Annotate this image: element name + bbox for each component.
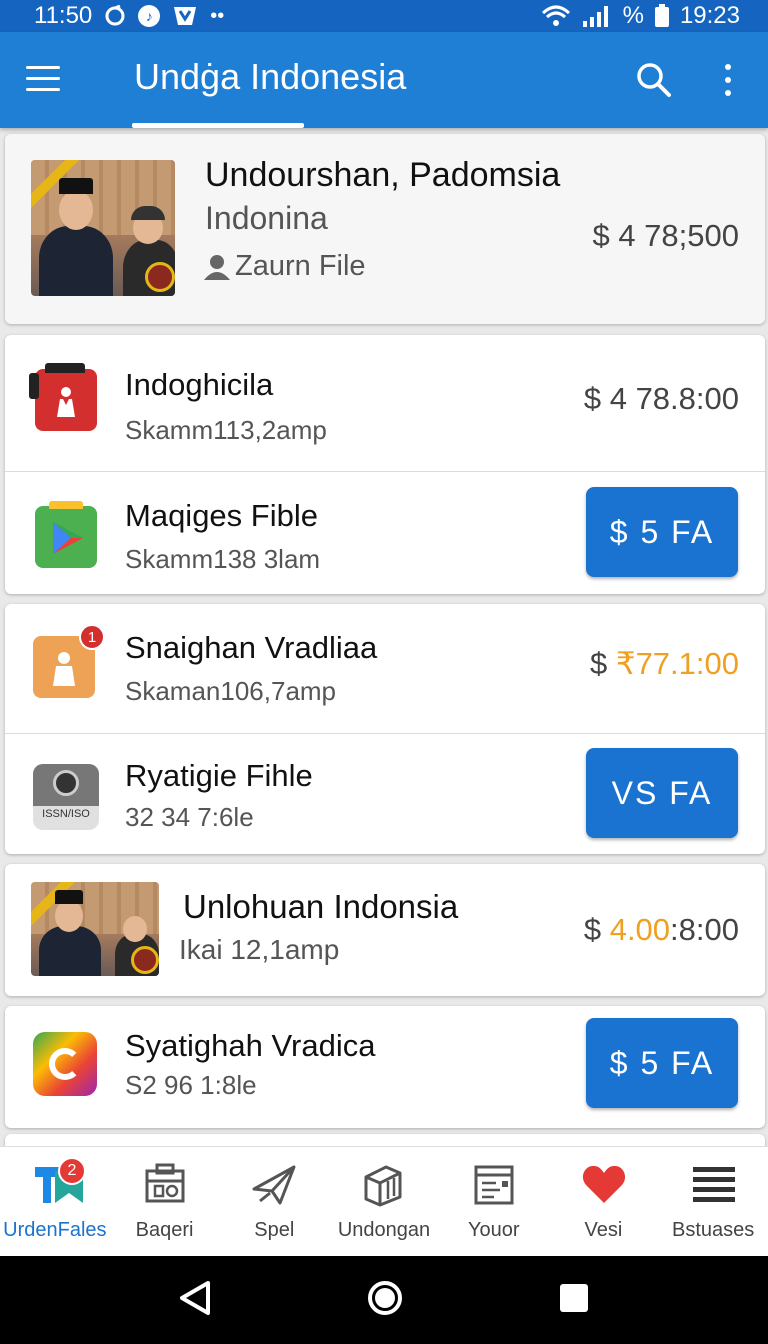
featured-meta-label: Zaurn File — [235, 250, 366, 282]
heart-icon — [581, 1163, 626, 1207]
battery-icon — [654, 4, 670, 28]
status-time-right: 19:23 — [679, 2, 740, 29]
item-title: Syatighah Vradica — [125, 1028, 376, 1063]
item-subtitle: Skamm138 3lam — [125, 544, 321, 574]
price-suffix: :8:00 — [670, 912, 739, 947]
status-bar: 11:50 ♪ •• % 19:23 — [0, 0, 768, 32]
featured-price: $ 4 78;500 — [592, 218, 739, 253]
featured-card[interactable]: Undourshan, Padomsia Indonina Zaurn File… — [5, 134, 765, 324]
system-navigation-bar — [0, 1256, 768, 1344]
calendar-box-icon — [143, 1163, 187, 1207]
list-item[interactable]: Syatighah Vradica S2 96 1:8le $ 5 FA — [5, 1006, 765, 1128]
list-item[interactable]: Maqiges Fible Skamm138 3lam $ 5 FA — [5, 471, 765, 594]
home-icon[interactable] — [367, 1280, 403, 1321]
list-card-3: Unlohuan Indonsia Ikai 12,1amp $ 4.00:8:… — [5, 864, 765, 996]
nav-item-urdenfales[interactable]: 2 UrdenFales — [0, 1147, 110, 1256]
price-prefix: $ — [589, 646, 616, 681]
price-highlight: ₹77.1:00 — [615, 646, 739, 681]
status-time-left: 11:50 — [34, 2, 93, 29]
list-item[interactable]: 1 Snaighan Vradliaa Skaman106,7amp $ ₹77… — [5, 604, 765, 734]
item-subtitle: Skamm113,2amp — [125, 415, 327, 445]
camera-icon: ISSN/ISO — [33, 764, 99, 830]
nav-item-baqeri[interactable]: Baqeri — [110, 1147, 220, 1256]
recents-icon[interactable] — [558, 1282, 590, 1319]
list-icon — [691, 1163, 736, 1207]
nav-label: Undongan — [337, 1219, 431, 1241]
notification-icon: ♪ — [138, 5, 161, 27]
app-title: Undġa Indonesia — [134, 56, 407, 97]
nav-item-youor[interactable]: Youor — [439, 1147, 549, 1256]
nav-label: Baqeri — [135, 1219, 194, 1241]
nav-item-bstuases[interactable]: Bstuases — [658, 1147, 768, 1256]
signal-icon — [581, 5, 613, 27]
item-title: Indoghicila — [125, 367, 274, 402]
item-price: $ 4.00:8:00 — [584, 912, 739, 948]
nav-label: UrdenFales — [3, 1219, 107, 1241]
featured-meta: Zaurn File — [203, 250, 366, 283]
camera-label: ISSN/ISO — [42, 808, 90, 820]
back-icon[interactable] — [178, 1280, 212, 1321]
nav-item-undongan[interactable]: Undongan — [329, 1147, 439, 1256]
overflow-menu-icon[interactable] — [718, 60, 738, 100]
more-dots-icon: •• — [210, 4, 225, 27]
paper-plane-icon — [252, 1163, 296, 1207]
price-button[interactable]: VS FA — [586, 748, 738, 838]
item-subtitle: Skaman106,7amp — [125, 676, 337, 706]
item-subtitle: S2 96 1:8le — [125, 1070, 257, 1100]
item-subtitle: Ikai 12,1amp — [179, 934, 340, 965]
red-bag-icon — [29, 363, 97, 431]
menu-icon[interactable] — [26, 66, 60, 92]
item-price: $ ₹77.1:00 — [590, 646, 739, 682]
price-button[interactable]: $ 5 FA — [586, 1018, 738, 1108]
price-prefix: $ — [583, 912, 610, 947]
item-title: Unlohuan Indonsia — [183, 888, 459, 925]
nav-badge: 2 — [58, 1157, 86, 1185]
price-button[interactable]: $ 5 FA — [586, 487, 738, 577]
wifi-icon — [541, 5, 571, 27]
price-highlight: 4.00 — [609, 912, 671, 947]
list-item[interactable]: Indoghicila Skamm113,2amp $ 4 78.8:00 — [5, 335, 765, 465]
nav-label: Bstuases — [672, 1219, 755, 1241]
app-bar: Undġa Indonesia — [0, 32, 768, 128]
nav-label: Youor — [467, 1219, 520, 1241]
building-icon — [362, 1163, 406, 1207]
sync-icon — [104, 5, 126, 27]
nav-label: Spel — [254, 1219, 295, 1241]
tab-indicator — [132, 123, 304, 128]
nav-item-vesi[interactable]: Vesi — [549, 1147, 659, 1256]
document-icon — [472, 1163, 516, 1207]
person-icon — [204, 254, 230, 280]
item-title: Ryatigie Fihle — [125, 758, 313, 793]
item-subtitle: 32 34 7:6le — [125, 802, 254, 832]
item-title: Maqiges Fible — [125, 498, 318, 533]
list-item[interactable]: ISSN/ISO Ryatigie Fihle 32 34 7:6le VS F… — [5, 733, 765, 854]
list-item[interactable]: Unlohuan Indonsia Ikai 12,1amp $ 4.00:8:… — [5, 864, 765, 996]
item-title: Snaighan Vradliaa — [125, 630, 378, 665]
shield-icon — [172, 5, 198, 27]
nav-label: Vesi — [584, 1219, 623, 1241]
battery-percent: % — [622, 2, 644, 29]
notification-badge: 1 — [79, 624, 105, 650]
featured-title: Undourshan, Padomsia — [205, 156, 561, 194]
list-card-4: Syatighah Vradica S2 96 1:8le $ 5 FA — [5, 1006, 765, 1128]
search-icon[interactable] — [636, 62, 672, 98]
nav-item-spel[interactable]: Spel — [219, 1147, 329, 1256]
item-price: $ 4 78.8:00 — [583, 381, 739, 416]
featured-photo — [31, 160, 175, 296]
list-card-2: 1 Snaighan Vradliaa Skaman106,7amp $ ₹77… — [5, 604, 765, 854]
list-card-1: Indoghicila Skamm113,2amp $ 4 78.8:00 Ma… — [5, 335, 765, 594]
colorful-app-icon — [33, 1032, 97, 1096]
photo-thumbnail — [31, 882, 159, 976]
play-store-icon — [35, 501, 97, 568]
bottom-navigation: 2 UrdenFales Baqeri Spel Undongan Youor … — [0, 1146, 768, 1256]
featured-subtitle: Indonina — [205, 200, 328, 236]
